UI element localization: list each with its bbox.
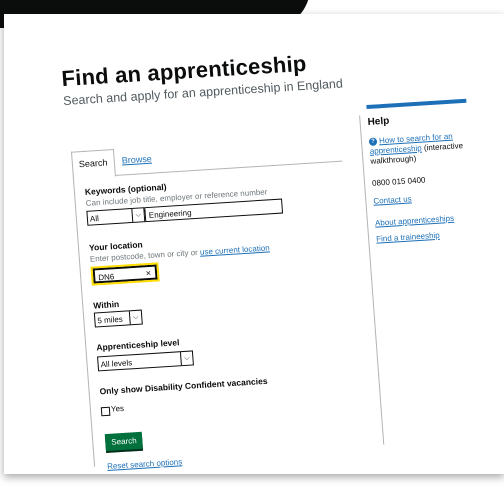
location-label: Your location <box>88 239 144 253</box>
within-select[interactable]: 5 miles ⌵ <box>93 309 143 328</box>
contact-us-link[interactable]: Contact us <box>373 194 412 205</box>
find-traineeship-link[interactable]: Find a traineeship <box>376 231 440 244</box>
page-content: Find an apprenticeship Search and apply … <box>0 0 504 487</box>
disability-option-label: Yes <box>110 403 125 414</box>
within-label: Within <box>92 298 120 311</box>
chevron-down-icon: ⌵ <box>131 208 145 222</box>
about-apprenticeships-link[interactable]: About apprenticeships <box>375 214 455 228</box>
location-input[interactable]: DN6 × <box>90 262 160 287</box>
chevron-down-icon: ⌵ <box>179 351 193 366</box>
disability-label: Only show Disability Confident vacancies <box>99 375 268 397</box>
clear-location-icon[interactable]: × <box>145 266 151 281</box>
page-sheet: Find an apprenticeship Search and apply … <box>4 14 504 474</box>
help-walkthrough: ? How to search for an apprenticeship (in… <box>368 131 471 167</box>
level-label: Apprenticeship level <box>96 337 180 353</box>
use-current-location-link[interactable]: use current location <box>200 243 270 256</box>
level-select[interactable]: All levels ⌵ <box>97 350 194 372</box>
search-button[interactable]: Search <box>104 431 144 452</box>
keyword-category-value: All <box>89 214 100 224</box>
help-phone: 0800 015 0400 <box>371 175 426 188</box>
location-value: DN6 <box>97 272 115 283</box>
tab-browse[interactable]: Browse <box>115 146 159 174</box>
reset-search-link[interactable]: Reset search options <box>107 457 183 471</box>
within-value: 5 miles <box>97 314 124 326</box>
keyword-category-select[interactable]: All ⌵ <box>86 207 146 226</box>
search-panel: Keywords (optional) Can include job titl… <box>72 160 365 471</box>
chevron-down-icon: ⌵ <box>128 310 142 325</box>
disability-checkbox[interactable] <box>100 406 111 417</box>
info-icon: ? <box>368 137 378 146</box>
help-accent-bar <box>366 98 467 110</box>
help-heading: Help <box>367 115 390 128</box>
level-value: All levels <box>100 358 133 370</box>
